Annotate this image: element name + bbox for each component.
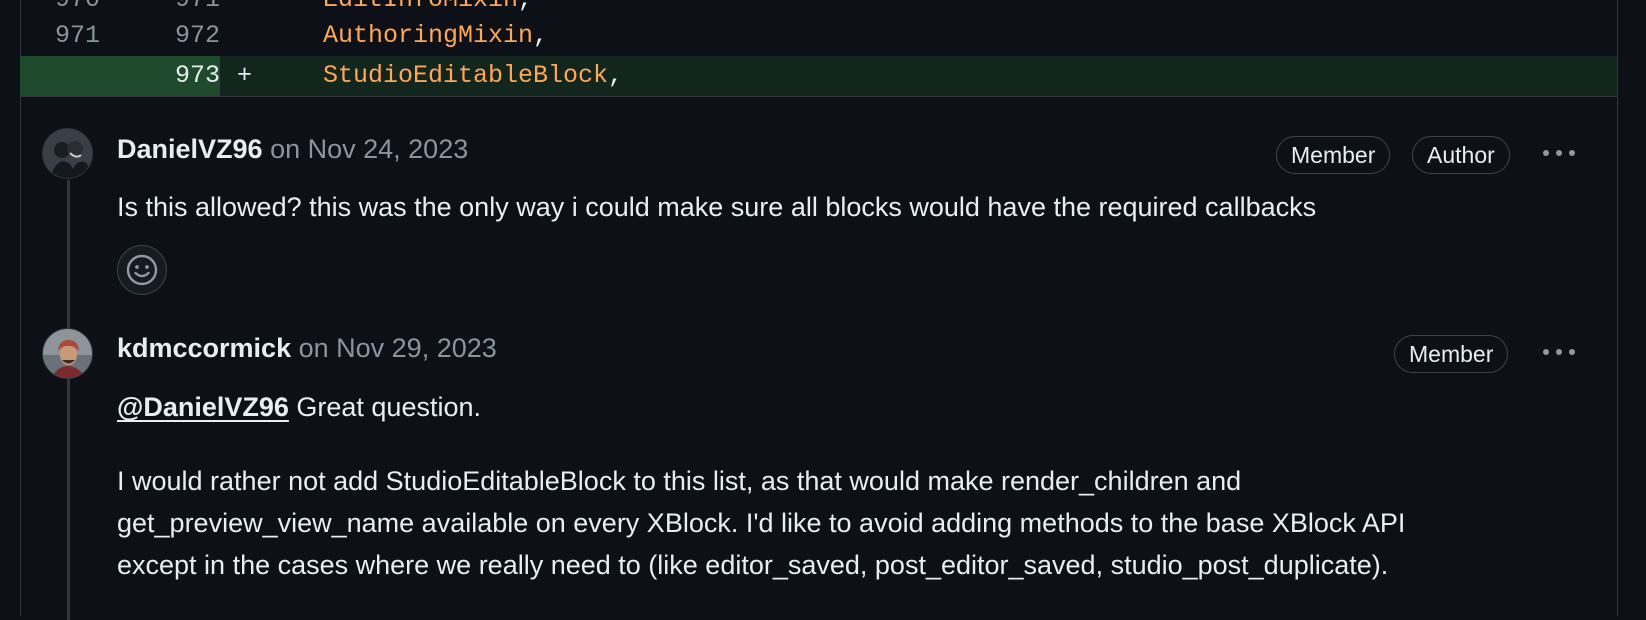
thread-connector <box>67 180 70 620</box>
code-identifier: StudioEditableBlock <box>323 61 609 90</box>
add-reaction-button[interactable] <box>117 245 167 295</box>
comment-text: Great question. <box>288 392 482 422</box>
avatar[interactable] <box>42 128 93 179</box>
member-badge: Member <box>1394 335 1509 373</box>
more-options-icon[interactable] <box>1543 148 1577 158</box>
diff-line: 971 972 AuthoringMixin, <box>20 16 1617 56</box>
code-identifier: AuthoringMixin <box>323 21 534 50</box>
old-line-number[interactable]: 971 <box>20 16 100 56</box>
code-punctuation: , <box>533 21 549 50</box>
addition-marker: + <box>237 61 253 90</box>
user-mention-link[interactable]: @DanielVZ96 <box>117 392 289 422</box>
code-content: AuthoringMixin, <box>323 16 548 56</box>
comment-paragraph-line: I would rather not add StudioEditableBlo… <box>117 466 1242 496</box>
comment-body: Is this allowed? this was the only way i… <box>117 192 1317 222</box>
diff-line-added: 973 + StudioEditableBlock, <box>20 56 1617 96</box>
author-badge: Author <box>1412 136 1510 174</box>
comment-paragraph-line: except in the cases where we really need… <box>117 550 1389 580</box>
smiley-icon <box>126 254 158 286</box>
comment-date[interactable]: on Nov 24, 2023 <box>270 134 468 164</box>
member-badge: Member <box>1276 136 1391 174</box>
author-name[interactable]: kdmccormick <box>117 333 291 363</box>
code-content: StudioEditableBlock, <box>323 56 623 96</box>
diff-snippet: 970 971 EditInfoMixin, 971 972 Authoring… <box>20 0 1618 97</box>
new-line-number[interactable]: 973 <box>122 56 220 96</box>
comment-author-line: kdmccormick on Nov 29, 2023 <box>117 333 497 364</box>
comment-date[interactable]: on Nov 29, 2023 <box>299 333 497 363</box>
author-name[interactable]: DanielVZ96 <box>117 134 263 164</box>
more-options-icon[interactable] <box>1543 347 1577 357</box>
comment-author-line: DanielVZ96 on Nov 24, 2023 <box>117 134 468 165</box>
avatar[interactable] <box>42 328 93 379</box>
code-punctuation: , <box>518 0 533 14</box>
new-line-number[interactable]: 972 <box>122 16 220 56</box>
comment-first-line: @DanielVZ96 Great question. <box>117 386 481 428</box>
code-punctuation: , <box>608 61 624 90</box>
code-identifier: EditInfoMixin <box>323 0 518 14</box>
comment-paragraph-line: get_preview_view_name available on every… <box>117 508 1406 538</box>
